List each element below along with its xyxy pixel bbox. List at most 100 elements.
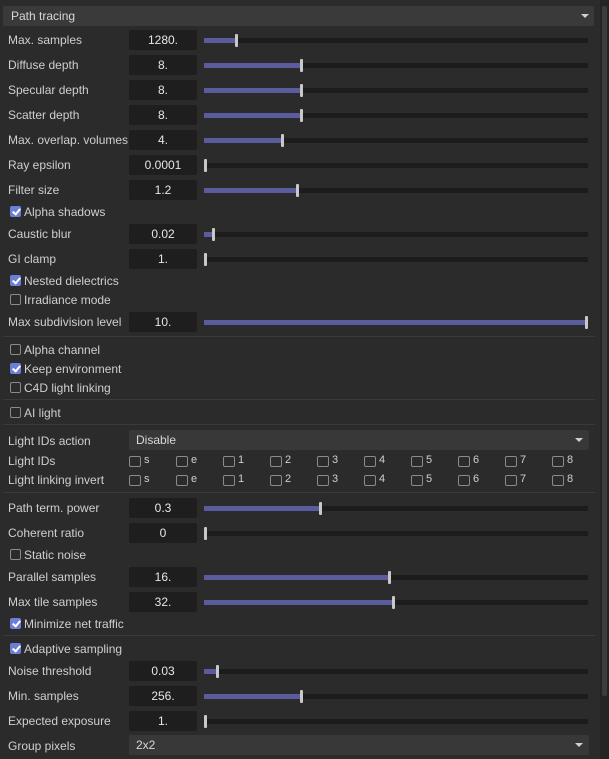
max-subdivision-level-slider-handle[interactable] — [585, 316, 588, 329]
parallel-samples-slider-handle[interactable] — [388, 571, 391, 584]
light-linking-invert-checkbox-e[interactable] — [176, 475, 188, 486]
minimize-net-traffic-checkbox[interactable] — [10, 618, 21, 629]
max-samples-slider[interactable] — [204, 34, 588, 47]
light-ids-checkbox-s[interactable] — [129, 456, 141, 467]
path-term-power-input[interactable]: 0.3 — [129, 498, 197, 518]
caustic-blur-slider[interactable] — [204, 228, 588, 241]
irradiance-mode-checkbox[interactable] — [10, 294, 21, 305]
alpha-channel-checkbox[interactable] — [10, 344, 21, 355]
path-term-power-slider-handle[interactable] — [319, 502, 322, 515]
coherent-ratio-slider[interactable] — [204, 527, 588, 540]
alpha-shadows-checkbox[interactable] — [10, 206, 21, 217]
filter-size-input[interactable]: 1.2 — [129, 180, 197, 200]
path-term-power-slider[interactable] — [204, 502, 588, 515]
alpha-shadows-checkbox-row[interactable]: Alpha shadows — [0, 203, 300, 221]
light-ids-checkbox-e[interactable] — [176, 456, 188, 467]
light-ids-checkbox-7[interactable] — [505, 456, 517, 467]
max-overlap-volumes-slider[interactable] — [204, 134, 588, 147]
max-tile-samples-input[interactable]: 32. — [129, 592, 197, 612]
max-samples-slider-handle[interactable] — [235, 34, 238, 47]
nested-dielectrics-checkbox[interactable] — [10, 275, 21, 286]
ai-light-checkbox[interactable] — [10, 407, 21, 418]
light-ids-checkbox-4[interactable] — [364, 456, 376, 467]
path-tracing-dropdown[interactable]: Path tracing — [3, 6, 594, 26]
min-samples-slider[interactable] — [204, 690, 588, 703]
light-linking-invert-checkbox-4[interactable] — [364, 475, 376, 486]
light-ids-checkbox-3[interactable] — [317, 456, 329, 467]
specular-depth-slider[interactable] — [204, 84, 588, 97]
adaptive-sampling-checkbox-row[interactable]: Adaptive sampling — [0, 640, 300, 658]
gi-clamp-slider[interactable] — [204, 253, 588, 266]
gi-clamp-slider-handle[interactable] — [204, 253, 207, 266]
max-subdivision-level-slider[interactable] — [204, 316, 588, 329]
ray-epsilon-slider-handle[interactable] — [204, 159, 207, 172]
specular-depth-slider-handle[interactable] — [300, 84, 303, 97]
min-samples-slider-handle[interactable] — [300, 690, 303, 703]
gi-clamp-input[interactable]: 1. — [129, 249, 197, 269]
diffuse-depth-input[interactable]: 8. — [129, 55, 197, 75]
keep-environment-checkbox-row[interactable]: Keep environment — [0, 360, 300, 378]
static-noise-checkbox[interactable] — [10, 549, 21, 560]
light-linking-invert-checkbox-3[interactable] — [317, 475, 329, 486]
light-ids-checkbox-8[interactable] — [552, 456, 564, 467]
scatter-depth-slider[interactable] — [204, 109, 588, 122]
light-ids-checkbox-6[interactable] — [458, 456, 470, 467]
noise-threshold-slider-handle[interactable] — [216, 665, 219, 678]
light-ids-action-dropdown[interactable]: Disable — [129, 430, 589, 450]
max-subdivision-level-input[interactable]: 10. — [129, 312, 197, 332]
min-samples-input[interactable]: 256. — [129, 686, 197, 706]
parallel-samples-input[interactable]: 16. — [129, 567, 197, 587]
light-linking-invert-checkbox-1[interactable] — [223, 475, 235, 486]
ray-epsilon-input[interactable]: 0.0001 — [129, 155, 197, 175]
noise-threshold-input[interactable]: 0.03 — [129, 661, 197, 681]
max-tile-samples-slider-handle[interactable] — [392, 596, 395, 609]
expected-exposure-slider[interactable] — [204, 715, 588, 728]
section-divider — [3, 336, 595, 337]
ai-light-checkbox-row[interactable]: AI light — [0, 404, 300, 422]
light-ids-item-label: 7 — [520, 454, 527, 466]
scatter-depth-slider-handle[interactable] — [300, 109, 303, 122]
irradiance-mode-checkbox-row[interactable]: Irradiance mode — [0, 291, 300, 309]
light-ids-label: Light IDs — [8, 454, 56, 468]
light-ids-checkbox-1[interactable] — [223, 456, 235, 467]
caustic-blur-slider-handle[interactable] — [212, 228, 215, 241]
c4d-light-linking-checkbox[interactable] — [10, 382, 21, 393]
light-linking-invert-item-label: 5 — [426, 473, 433, 485]
scrollbar-thumb[interactable] — [602, 6, 607, 696]
light-linking-invert-checkbox-2[interactable] — [270, 475, 282, 486]
light-ids-checkbox-5[interactable] — [411, 456, 423, 467]
specular-depth-input[interactable]: 8. — [129, 80, 197, 100]
alpha-channel-checkbox-row[interactable]: Alpha channel — [0, 341, 300, 359]
keep-environment-checkbox[interactable] — [10, 363, 21, 374]
noise-threshold-slider[interactable] — [204, 665, 588, 678]
nested-dielectrics-checkbox-row[interactable]: Nested dielectrics — [0, 272, 300, 290]
ray-epsilon-slider[interactable] — [204, 159, 588, 172]
diffuse-depth-slider[interactable] — [204, 59, 588, 72]
max-samples-input[interactable]: 1280. — [129, 30, 197, 50]
minimize-net-traffic-checkbox-row[interactable]: Minimize net traffic — [0, 615, 300, 633]
expected-exposure-input[interactable]: 1. — [129, 711, 197, 731]
light-ids-checkbox-2[interactable] — [270, 456, 282, 467]
parallel-samples-slider[interactable] — [204, 571, 588, 584]
scatter-depth-input[interactable]: 8. — [129, 105, 197, 125]
coherent-ratio-slider-handle[interactable] — [204, 527, 207, 540]
adaptive-sampling-checkbox[interactable] — [10, 643, 21, 654]
caustic-blur-input[interactable]: 0.02 — [129, 224, 197, 244]
max-overlap-volumes-input[interactable]: 4. — [129, 130, 197, 150]
light-linking-invert-checkbox-s[interactable] — [129, 475, 141, 486]
light-linking-invert-checkbox-5[interactable] — [411, 475, 423, 486]
filter-size-slider-handle[interactable] — [296, 184, 299, 197]
group-pixels-dropdown[interactable]: 2x2 — [129, 735, 589, 755]
static-noise-checkbox-row[interactable]: Static noise — [0, 546, 300, 564]
c4d-light-linking-checkbox-row[interactable]: C4D light linking — [0, 379, 300, 397]
diffuse-depth-slider-handle[interactable] — [300, 59, 303, 72]
max-tile-samples-slider[interactable] — [204, 596, 588, 609]
max-overlap-volumes-label: Max. overlap. volumes — [8, 133, 129, 147]
expected-exposure-slider-handle[interactable] — [204, 715, 207, 728]
max-overlap-volumes-slider-handle[interactable] — [281, 134, 284, 147]
light-linking-invert-checkbox-8[interactable] — [552, 475, 564, 486]
filter-size-slider[interactable] — [204, 184, 588, 197]
coherent-ratio-input[interactable]: 0 — [129, 523, 197, 543]
light-linking-invert-checkbox-6[interactable] — [458, 475, 470, 486]
light-linking-invert-checkbox-7[interactable] — [505, 475, 517, 486]
